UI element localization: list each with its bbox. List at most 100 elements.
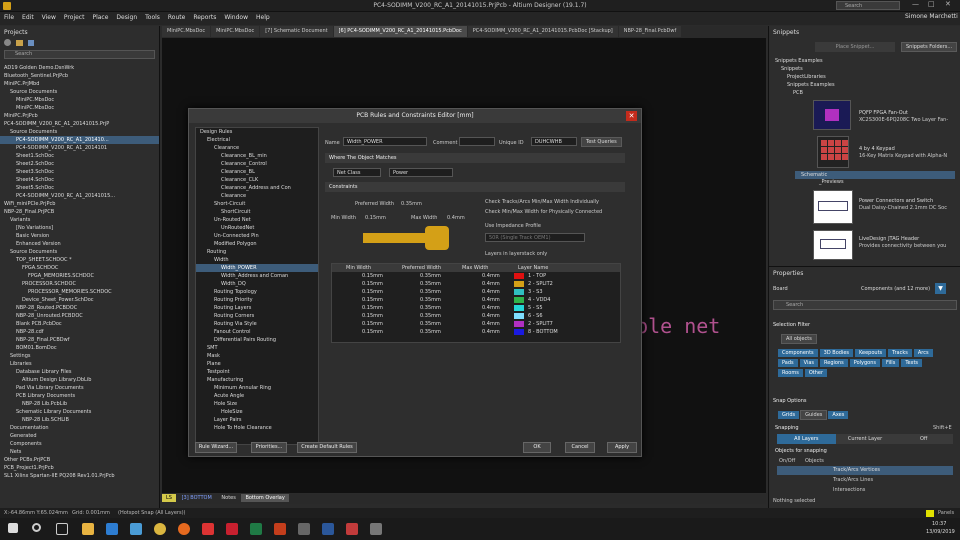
- project-tree-item[interactable]: Source Documents: [0, 248, 159, 256]
- project-tree-item[interactable]: PCB_Project1.PrjPcb: [0, 464, 159, 472]
- word-icon[interactable]: [322, 523, 334, 535]
- filter-other[interactable]: Other: [804, 369, 828, 377]
- menu-tools[interactable]: Tools: [141, 12, 164, 23]
- project-tree-item[interactable]: FPGA_MEMORIES.SCHDOC: [0, 272, 159, 280]
- unique-id-input[interactable]: DUHCWHB: [531, 137, 577, 146]
- project-tree-item[interactable]: MiniPC.PrjMbd: [0, 80, 159, 88]
- panels-button[interactable]: Panels: [938, 510, 954, 516]
- table-row[interactable]: 0.15mm 0.35mm 0.4mm 1 - TOP: [332, 272, 620, 280]
- rule-tree-item[interactable]: Width_DQ: [196, 280, 318, 288]
- menu-reports[interactable]: Reports: [189, 12, 220, 23]
- snap-axes[interactable]: Axes: [828, 411, 849, 419]
- rule-tree-item[interactable]: Clearance_BL_min: [196, 152, 318, 160]
- layer-bottom-overlay[interactable]: Bottom Overlay: [241, 494, 289, 502]
- snippets-folders-button[interactable]: Snippets Folders...: [901, 42, 958, 52]
- rule-tree-item[interactable]: Width_Address and Coman: [196, 272, 318, 280]
- snippets-tree-item[interactable]: Snippets: [775, 66, 955, 74]
- project-tree-item[interactable]: Generated: [0, 432, 159, 440]
- impedance-checkbox[interactable]: Use Impedance Profile: [485, 223, 541, 229]
- windows-start-icon[interactable]: [8, 523, 18, 533]
- project-tree-item[interactable]: Libraries: [0, 360, 159, 368]
- maximize-icon[interactable]: □: [928, 0, 935, 8]
- filter-pads[interactable]: Pads: [778, 359, 798, 367]
- tab-minipc-mbs-2[interactable]: MiniPC.MbsDoc: [211, 26, 260, 37]
- project-tree-item[interactable]: BOM01.BomDoc: [0, 344, 159, 352]
- project-tree-item[interactable]: PC4-SODIMM_V200_RC_A1_20141015.PrjP: [0, 120, 159, 128]
- save-icon[interactable]: [27, 40, 34, 46]
- snippets-tree-item[interactable]: _Previews: [819, 179, 844, 185]
- menu-place[interactable]: Place: [88, 12, 112, 23]
- filter-texts[interactable]: Texts: [901, 359, 923, 367]
- rule-tree-item[interactable]: Width: [196, 256, 318, 264]
- project-tree-item[interactable]: Components: [0, 440, 159, 448]
- acrobat-icon[interactable]: [226, 523, 238, 535]
- rule-tree-item[interactable]: SMT: [196, 344, 318, 352]
- rule-tree-item[interactable]: Hole Size: [196, 400, 318, 408]
- rule-tree-item[interactable]: Hole To Hole Clearance: [196, 424, 318, 432]
- powerpoint-icon[interactable]: [274, 523, 286, 535]
- project-tree-item[interactable]: PC4-SODIMM_V200_RC_A1_2014101: [0, 144, 159, 152]
- project-tree-item[interactable]: Altium Design Library.DbLib: [0, 376, 159, 384]
- rule-tree-item[interactable]: Routing Corners: [196, 312, 318, 320]
- project-tree-item[interactable]: FPGA.SCHDOC: [0, 264, 159, 272]
- project-tree-item[interactable]: NBP-28_Unrouted.PCBDOC: [0, 312, 159, 320]
- app-icon[interactable]: [298, 523, 310, 535]
- rule-tree-item[interactable]: Width_POWER: [196, 264, 318, 272]
- user-name[interactable]: Simone Marchetti: [905, 13, 958, 20]
- min-width-value[interactable]: 0.15mm: [365, 215, 386, 221]
- app-icon[interactable]: [346, 523, 358, 535]
- project-tree-item[interactable]: Device_Sheet_Power.SchDoc: [0, 296, 159, 304]
- cancel-button[interactable]: Cancel: [565, 442, 595, 453]
- project-tree-item[interactable]: NBP-28_Final.PrjPCB: [0, 208, 159, 216]
- rule-wizard-button[interactable]: Rule Wizard...: [195, 442, 237, 453]
- project-tree-item[interactable]: Variants: [0, 216, 159, 224]
- rule-tree-item[interactable]: Electrical: [196, 136, 318, 144]
- rule-tree-item[interactable]: Acute Angle: [196, 392, 318, 400]
- rule-tree-item[interactable]: Un-Connected Pin: [196, 232, 318, 240]
- rule-tree-item[interactable]: UnRoutedNet: [196, 224, 318, 232]
- rule-tree-item[interactable]: Plane: [196, 360, 318, 368]
- rule-tree-item[interactable]: Manufacturing: [196, 376, 318, 384]
- filter-regions[interactable]: Regions: [820, 359, 848, 367]
- filter-icon[interactable]: ▼: [935, 283, 946, 294]
- rule-tree-item[interactable]: Testpoint: [196, 368, 318, 376]
- table-row[interactable]: 0.15mm 0.35mm 0.4mm 6 - S6: [332, 312, 620, 320]
- filter-vias[interactable]: Vias: [799, 359, 819, 367]
- menu-route[interactable]: Route: [164, 12, 189, 23]
- tab-schematic[interactable]: [7] Schematic Document: [260, 26, 333, 37]
- table-row[interactable]: 0.15mm 0.35mm 0.4mm 2 - SPLIT7: [332, 320, 620, 328]
- rule-tree-item[interactable]: Short-Circuit: [196, 200, 318, 208]
- task-view-icon[interactable]: [56, 523, 68, 535]
- table-row[interactable]: 0.15mm 0.35mm 0.4mm 4 - VDD4: [332, 296, 620, 304]
- snap-grids[interactable]: Grids: [778, 411, 800, 419]
- project-tree-item[interactable]: SL1 Xilinx Spartan-IIE PQ208 Rev1.01.Prj…: [0, 472, 159, 480]
- snippet-preview-keypad[interactable]: [817, 136, 849, 168]
- filter-arcs[interactable]: Arcs: [913, 349, 933, 357]
- snippets-tree-item[interactable]: ProjectLibraries: [775, 74, 955, 82]
- project-tree-item[interactable]: Source Documents: [0, 88, 159, 96]
- project-tree-item[interactable]: NBP-28.cdf: [0, 328, 159, 336]
- layer-notes[interactable]: Notes: [217, 494, 239, 502]
- snap-object-row[interactable]: Track/Arcs Vertices: [777, 466, 953, 475]
- option-radio-2[interactable]: Check Min/Max Width for Physically Conne…: [485, 209, 602, 215]
- project-tree-item[interactable]: MiniPC.MbsDoc: [0, 96, 159, 104]
- project-tree-item[interactable]: PROCESSOR.SCHDOC: [0, 280, 159, 288]
- rule-tree-item[interactable]: Clearance_Address and Con: [196, 184, 318, 192]
- filter-polygons[interactable]: Polygons: [849, 359, 881, 367]
- excel-icon[interactable]: [250, 523, 262, 535]
- project-tree-item[interactable]: WiFi_miniPCIe.PrjPcb: [0, 200, 159, 208]
- rule-tree-item[interactable]: Design Rules: [196, 128, 318, 136]
- project-tree-item[interactable]: NBP-28 Lib.PcbLib: [0, 400, 159, 408]
- rule-tree-item[interactable]: ShortCircuit: [196, 208, 318, 216]
- project-tree-item[interactable]: Documentation: [0, 424, 159, 432]
- rule-tree-item[interactable]: Fanout Control: [196, 328, 318, 336]
- snap-guides[interactable]: Guides: [800, 410, 828, 420]
- ok-button[interactable]: OK: [523, 442, 551, 453]
- project-tree-item[interactable]: Database Library Files: [0, 368, 159, 376]
- project-tree-item[interactable]: NBP-28_Final.PCBDwf: [0, 336, 159, 344]
- firefox-icon[interactable]: [178, 523, 190, 535]
- rule-tree-item[interactable]: Routing Layers: [196, 304, 318, 312]
- file-explorer-icon[interactable]: [82, 523, 94, 535]
- tab-pcb-doc[interactable]: [6] PC4-SODIMM_V200_RC_A1_20141015.PcbDo…: [333, 26, 467, 37]
- snap-current-layer[interactable]: Current Layer: [835, 434, 895, 444]
